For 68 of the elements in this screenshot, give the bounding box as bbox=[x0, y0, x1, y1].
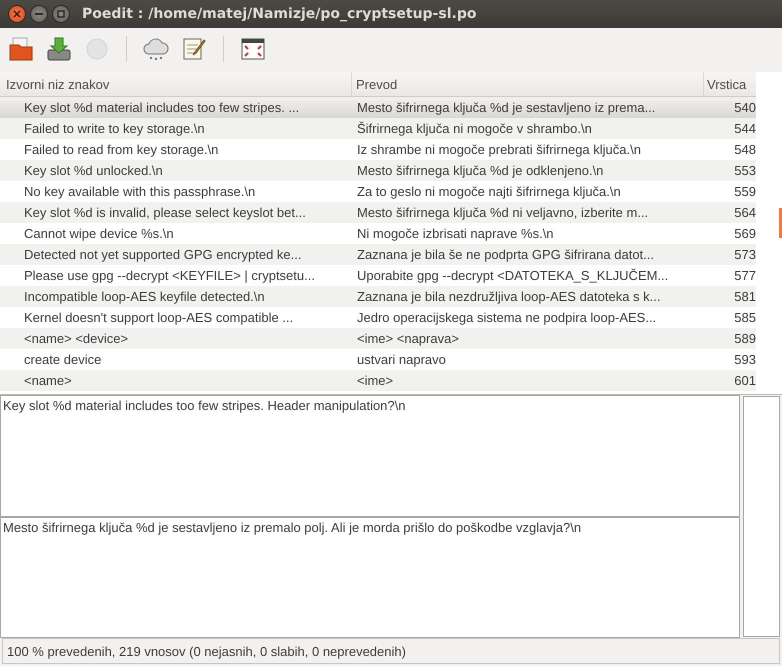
maximize-button[interactable] bbox=[52, 5, 70, 23]
table-cell-text: 540 bbox=[733, 100, 756, 115]
table-row[interactable]: Key slot %d is invalid, please select keyslot bet... Mesto šifrirnega ključa %d ni veljavno, izberite m... 564 bbox=[0, 202, 756, 223]
table-cell-text: Kernel doesn't support loop-AES compatible ... bbox=[23, 310, 294, 325]
table-cell-text: Zaznana je bila še ne podprta GPG šifrirana datot... bbox=[356, 247, 656, 262]
folder-icon bbox=[8, 36, 34, 62]
table-cell-text: Zaznana je bila nezdružljiva loop-AES datoteka s k... bbox=[356, 289, 662, 304]
table-cell-text: Mesto šifrirnega ključa %d je sestavljeno iz prema... bbox=[356, 100, 656, 115]
table-row[interactable]: <name> <ime> 601 bbox=[0, 370, 756, 391]
table-cell-text: 593 bbox=[733, 352, 756, 367]
table-cell-text: Incompatible loop-AES keyfile detected.\n bbox=[23, 289, 266, 304]
notepad-pencil-icon bbox=[181, 36, 207, 62]
source-text-pane: Key slot %d material includes too few stripes. Header manipulation?\n bbox=[0, 395, 740, 516]
table-row[interactable]: <name> <device> <ime> <naprava> 589 bbox=[0, 328, 756, 349]
table-cell-text: 553 bbox=[733, 163, 756, 178]
table-cell-text: 559 bbox=[733, 184, 756, 199]
download-drive-icon bbox=[46, 36, 72, 62]
table-row[interactable]: Key slot %d material includes too few stripes. ... Mesto šifrirnega ključa %d je sestavljeno iz prema... 540 bbox=[0, 97, 756, 118]
table-row[interactable]: Detected not yet supported GPG encrypted ke... Zaznana je bila še ne podprta GPG šifrirana datot... 573 bbox=[0, 244, 756, 265]
table-cell-text: <name> bbox=[23, 373, 73, 388]
table-cell-text: Šifrirnega ključa ni mogoče v shrambo.\n bbox=[356, 121, 593, 136]
status-bar: 100 % prevedenih, 219 vnosov (0 nejasnih, 0 slabih, 0 neprevedenih) bbox=[2, 638, 780, 664]
table-row[interactable]: Key slot %d unlocked.\n Mesto šifrirnega ključa %d je odklenjeno.\n 553 bbox=[0, 160, 756, 181]
table-cell-text: <ime> <naprava> bbox=[356, 331, 460, 346]
table-cell-text: Uporabite gpg --decrypt <DATOTEKA_S_KLJUČEM... bbox=[356, 268, 670, 283]
minimize-icon bbox=[35, 10, 43, 18]
table-cell-text: ustvari napravo bbox=[356, 352, 447, 367]
table-cell-text: 577 bbox=[733, 268, 756, 283]
cloud-icon bbox=[143, 36, 169, 62]
table-cell-text: 548 bbox=[733, 142, 756, 157]
fullscreen-icon bbox=[240, 36, 266, 62]
minimize-button[interactable] bbox=[30, 5, 48, 23]
table-cell-text: Jedro operacijskega sistema ne podpira loop-AES... bbox=[356, 310, 658, 325]
table-cell-text: <ime> bbox=[356, 373, 394, 388]
table-cell-text: Za to geslo ni mogoče najti šifrirnega ključa.\n bbox=[356, 184, 622, 199]
table-cell-text: Mesto šifrirnega ključa %d je odklenjeno.\n bbox=[356, 163, 604, 178]
table-cell-text: Failed to write to key storage.\n bbox=[23, 121, 206, 136]
table-cell-text: 544 bbox=[733, 121, 756, 136]
table-cell-text: Key slot %d material includes too few stripes. ... bbox=[23, 100, 300, 115]
table-cell-text: Please use gpg --decrypt <KEYFILE> | cryptsetu... bbox=[23, 268, 316, 283]
table-cell-text: Key slot %d is invalid, please select keyslot bet... bbox=[23, 205, 307, 220]
close-button[interactable] bbox=[8, 5, 26, 23]
table-cell-text: Detected not yet supported GPG encrypted ke... bbox=[23, 247, 302, 262]
table-cell-text: <name> <device> bbox=[23, 331, 130, 346]
table-cell-text: 589 bbox=[733, 331, 756, 346]
table-row[interactable]: Failed to write to key storage.\n Šifrirnega ključa ni mogoče v shrambo.\n 544 bbox=[0, 118, 756, 139]
table-cell-text: Iz shrambe ni mogoče prebrati šifrirnega ključa.\n bbox=[356, 142, 642, 157]
close-icon bbox=[13, 10, 21, 18]
table-cell-text: 569 bbox=[733, 226, 756, 241]
table-cell-text: Key slot %d unlocked.\n bbox=[23, 163, 164, 178]
table-cell-text: Failed to read from key storage.\n bbox=[23, 142, 220, 157]
table-cell-text: 581 bbox=[733, 289, 756, 304]
column-header[interactable]: Prevod bbox=[352, 72, 704, 96]
translation-input-field[interactable]: Mesto šifrirnega ključa %d je sestavljeno iz premalo polj. Ali je morda prišlo do poškodbe vzglavja?\n bbox=[0, 516, 740, 638]
table-cell-text: Cannot wipe device %s.\n bbox=[23, 226, 175, 241]
scrollbar-thumb[interactable] bbox=[779, 208, 782, 238]
maximize-icon bbox=[57, 10, 65, 18]
table-cell-text: Mesto šifrirnega ključa %d ni veljavno, izberite m... bbox=[356, 205, 650, 220]
table-cell-text: Ni mogoče izbrisati naprave %s.\n bbox=[356, 226, 555, 241]
table-cell-text: 585 bbox=[733, 310, 756, 325]
table-cell-text: 573 bbox=[733, 247, 756, 262]
table-cell-text: 601 bbox=[733, 373, 756, 388]
window-title: Poedit : /home/matej/Namizje/po_cryptsetup-sl.po bbox=[82, 6, 476, 22]
table-cell-text: create device bbox=[23, 352, 102, 367]
table-cell-text: No key available with this passphrase.\n bbox=[23, 184, 256, 199]
table-row[interactable]: Incompatible loop-AES keyfile detected.\n Zaznana je bila nezdružljiva loop-AES datoteka s k... 581 bbox=[0, 286, 756, 307]
table-cell-text: 564 bbox=[733, 205, 756, 220]
column-header[interactable]: Izvorni niz znakov bbox=[0, 72, 352, 96]
